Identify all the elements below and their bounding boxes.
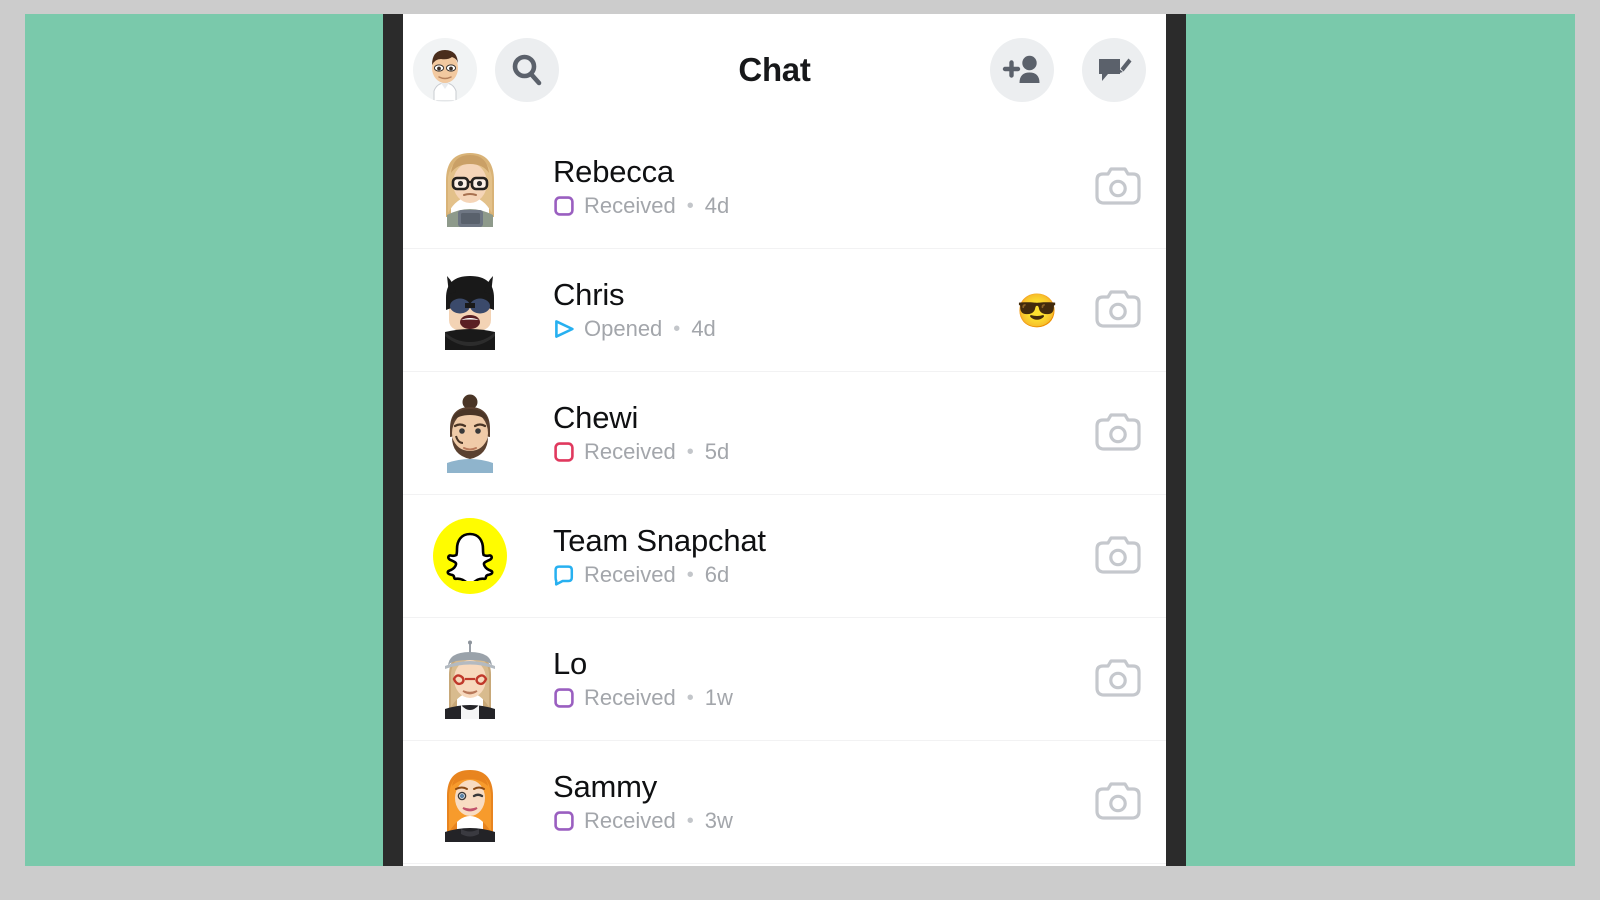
square-outline-icon: [554, 196, 574, 216]
chat-camera-button[interactable]: [1092, 288, 1144, 332]
chat-status: Opened • 4d: [553, 316, 1017, 342]
bitmoji-chris-batman: [445, 276, 495, 350]
bitmoji-chewi: [447, 394, 493, 473]
camera-icon: [1095, 413, 1141, 451]
new-chat-button[interactable]: [1082, 38, 1146, 102]
square-outline-icon: [554, 442, 574, 462]
chat-status-label: Received: [584, 438, 676, 464]
status-separator: •: [686, 563, 694, 586]
chat-status-label: Received: [584, 807, 676, 833]
chat-list: Rebecca Received • 4d Chris Opened • 4d …: [403, 126, 1166, 864]
avatar[interactable]: [433, 763, 507, 842]
chat-timestamp: 6d: [704, 561, 730, 587]
avatar[interactable]: [433, 517, 507, 595]
chat-row[interactable]: Lo Received • 1w: [403, 618, 1166, 741]
arrow-outline-icon: [555, 319, 574, 338]
camera-icon: [1095, 167, 1141, 205]
chat-name: Rebecca: [553, 153, 674, 189]
chat-status: Received • 3w: [553, 808, 1058, 834]
chat-row[interactable]: Chris Opened • 4d 😎: [403, 249, 1166, 372]
chat-camera-button[interactable]: [1092, 534, 1144, 578]
profile-avatar-button[interactable]: [413, 38, 477, 102]
status-separator: •: [686, 194, 694, 217]
chat-camera-button[interactable]: [1092, 165, 1144, 209]
add-friend-button[interactable]: [990, 38, 1054, 102]
bitmoji-sammy: [445, 770, 495, 842]
status-separator: •: [686, 686, 694, 709]
chat-status: Received • 1w: [553, 685, 1058, 711]
chat-row-text: Chris Opened • 4d: [507, 276, 1017, 342]
square-outline-icon: [554, 811, 574, 831]
bitmoji-avatar: [414, 39, 476, 101]
ghost-icon: [446, 532, 494, 581]
camera-icon: [1095, 536, 1141, 574]
chat-timestamp: 4d: [691, 315, 716, 341]
avatar[interactable]: [433, 148, 507, 227]
chat-name: Chris: [553, 276, 625, 312]
add-friend-icon: [1002, 55, 1040, 83]
chat-timestamp: 1w: [704, 684, 733, 710]
chat-row[interactable]: Rebecca Received • 4d: [403, 126, 1166, 249]
phone-screen: Chat Rebecca Received • 4d Chris Opened …: [403, 14, 1166, 866]
chat-bubble-outline-icon: [554, 565, 574, 586]
chat-name: Team Snapchat: [553, 522, 766, 558]
chat-status-label: Opened: [584, 315, 663, 341]
bitmoji-lo: [445, 640, 495, 719]
chat-camera-button[interactable]: [1092, 657, 1144, 701]
app-header: Chat: [403, 14, 1166, 126]
chat-row-text: Team Snapchat Received • 6d: [507, 522, 1058, 588]
chat-status: Received • 6d: [553, 562, 1058, 588]
chat-status-label: Received: [584, 684, 676, 710]
header-actions: [990, 38, 1154, 102]
bitmoji-rebecca: [446, 153, 494, 227]
avatar[interactable]: [433, 640, 507, 719]
chat-name: Chewi: [553, 399, 639, 435]
chat-row-text: Rebecca Received • 4d: [507, 153, 1058, 219]
new-chat-icon: [1099, 58, 1132, 81]
chat-row-text: Lo Received • 1w: [507, 645, 1058, 711]
chat-camera-button[interactable]: [1092, 411, 1144, 455]
page-title: Chat: [738, 51, 811, 88]
avatar[interactable]: [433, 271, 507, 350]
phone-device-frame: Chat Rebecca Received • 4d Chris Opened …: [383, 14, 1186, 866]
chat-row[interactable]: Team Snapchat Received • 6d: [403, 495, 1166, 618]
camera-icon: [1095, 782, 1141, 820]
search-icon: [512, 54, 542, 86]
chat-row-text: Chewi Received • 5d: [507, 399, 1058, 465]
chat-status: Received • 5d: [553, 439, 1058, 465]
search-button[interactable]: [495, 38, 559, 102]
chat-status: Received • 4d: [553, 193, 1058, 219]
chat-timestamp: 3w: [704, 807, 733, 833]
square-outline-icon: [554, 688, 574, 708]
chat-row[interactable]: Sammy Received • 3w: [403, 741, 1166, 864]
chat-name: Sammy: [553, 768, 658, 804]
friend-emoji: 😎: [1016, 291, 1058, 329]
chat-timestamp: 5d: [704, 438, 730, 464]
snapchat-ghost-logo: [433, 518, 507, 594]
camera-icon: [1095, 290, 1141, 328]
status-separator: •: [686, 809, 694, 832]
chat-row[interactable]: Chewi Received • 5d: [403, 372, 1166, 495]
chat-timestamp: 4d: [704, 192, 730, 218]
avatar[interactable]: [433, 394, 507, 473]
chat-row-text: Sammy Received • 3w: [507, 768, 1058, 834]
status-separator: •: [686, 440, 694, 463]
chat-name: Lo: [553, 645, 588, 681]
camera-icon: [1095, 659, 1141, 697]
chat-status-label: Received: [584, 192, 676, 218]
status-separator: •: [673, 317, 681, 340]
chat-camera-button[interactable]: [1092, 780, 1144, 824]
chat-status-label: Received: [584, 561, 676, 587]
